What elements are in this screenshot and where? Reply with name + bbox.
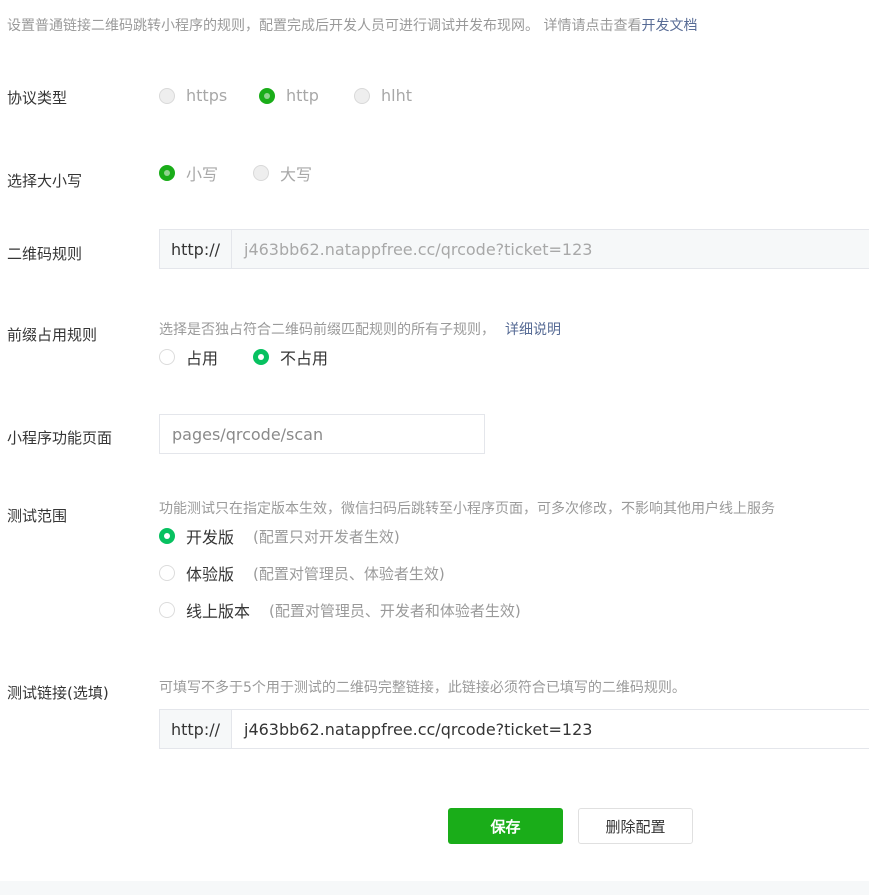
page-label: 小程序功能页面 — [7, 429, 113, 447]
protocol-option-hlht: hlht — [354, 86, 412, 105]
save-button[interactable]: 保存 — [448, 808, 563, 844]
prefix-rule-label: 前缀占用规则 — [7, 326, 98, 344]
radio-checked-icon — [159, 165, 175, 181]
scope-option-desc: (配置对管理员、体验者生效) — [253, 564, 445, 583]
page-path-input[interactable]: pages/qrcode/scan — [159, 414, 485, 454]
qrcode-rule-input-group: http:// j463bb62.natappfree.cc/qrcode?ti… — [159, 229, 869, 269]
case-label: 选择大小写 — [7, 172, 83, 190]
case-option-label: 大写 — [280, 165, 313, 184]
scope-option-label: 开发版 — [186, 528, 235, 547]
test-link-input-group: http:// j463bb62.natappfree.cc/qrcode?ti… — [159, 709, 869, 749]
delete-config-button[interactable]: 删除配置 — [578, 808, 693, 844]
radio-unchecked-icon — [354, 87, 370, 104]
qrcode-rule-field: j463bb62.natappfree.cc/qrcode?ticket=123 — [232, 230, 869, 268]
radio-unchecked-icon — [159, 87, 175, 104]
protocol-option-https: https — [159, 86, 227, 105]
intro-description: 设置普通链接二维码跳转小程序的规则，配置完成后开发人员可进行调试并发布现网。 详… — [7, 18, 642, 34]
test-link-hint: 可填写不多于5个用于测试的二维码完整链接，此链接必须符合已填写的二维码规则。 — [159, 680, 686, 696]
scope-option-label: 线上版本 — [186, 602, 251, 621]
prefix-rule-hint-text: 选择是否独占符合二维码前缀匹配规则的所有子规则， — [159, 322, 495, 338]
radio-unchecked-icon — [159, 602, 175, 618]
prefix-rule-hint: 选择是否独占符合二维码前缀匹配规则的所有子规则， 详细说明 — [159, 319, 561, 339]
scope-option-trial[interactable]: 体验版 (配置对管理员、体验者生效) — [159, 561, 445, 585]
test-link-field[interactable]: j463bb62.natappfree.cc/qrcode?ticket=123 — [232, 710, 869, 748]
test-scope-label: 测试范围 — [7, 507, 68, 525]
radio-checked-icon — [259, 87, 275, 104]
footer-band — [0, 881, 869, 895]
details-link[interactable]: 详细说明 — [505, 322, 561, 338]
scope-option-label: 体验版 — [186, 565, 235, 584]
prefix-option-label: 不占用 — [280, 349, 329, 368]
prefix-option-label: 占用 — [186, 349, 219, 368]
protocol-option-http: http — [259, 86, 319, 105]
test-link-prefix: http:// — [160, 710, 232, 748]
radio-checked-icon — [253, 349, 269, 365]
case-option-label: 小写 — [186, 165, 219, 184]
intro-text: 设置普通链接二维码跳转小程序的规则，配置完成后开发人员可进行调试并发布现网。 详… — [7, 15, 697, 35]
prefix-option-not-occupy[interactable]: 不占用 — [253, 345, 328, 369]
case-option-upper: 大写 — [253, 161, 312, 185]
scope-option-dev[interactable]: 开发版 (配置只对开发者生效) — [159, 524, 400, 548]
qrcode-rule-label: 二维码规则 — [7, 245, 83, 263]
test-link-label: 测试链接(选填) — [7, 684, 109, 702]
radio-checked-icon — [159, 528, 175, 544]
radio-unchecked-icon — [159, 565, 175, 581]
protocol-label: 协议类型 — [7, 89, 68, 107]
dev-docs-link[interactable]: 开发文档 — [641, 18, 697, 34]
scope-option-online[interactable]: 线上版本 (配置对管理员、开发者和体验者生效) — [159, 598, 521, 622]
protocol-option-label: https — [186, 86, 228, 105]
protocol-option-label: hlht — [381, 86, 412, 105]
test-scope-hint: 功能测试只在指定版本生效，微信扫码后跳转至小程序页面，可多次修改，不影响其他用户… — [159, 501, 775, 517]
scope-option-desc: (配置只对开发者生效) — [253, 527, 400, 546]
qrcode-rule-config-page: 设置普通链接二维码跳转小程序的规则，配置完成后开发人员可进行调试并发布现网。 详… — [0, 0, 869, 895]
protocol-option-label: http — [286, 86, 319, 105]
qrcode-rule-prefix: http:// — [160, 230, 232, 268]
radio-unchecked-icon — [253, 165, 269, 181]
prefix-option-occupy[interactable]: 占用 — [159, 345, 218, 369]
case-option-lower: 小写 — [159, 161, 218, 185]
radio-unchecked-icon — [159, 349, 175, 365]
scope-option-desc: (配置对管理员、开发者和体验者生效) — [269, 601, 521, 620]
